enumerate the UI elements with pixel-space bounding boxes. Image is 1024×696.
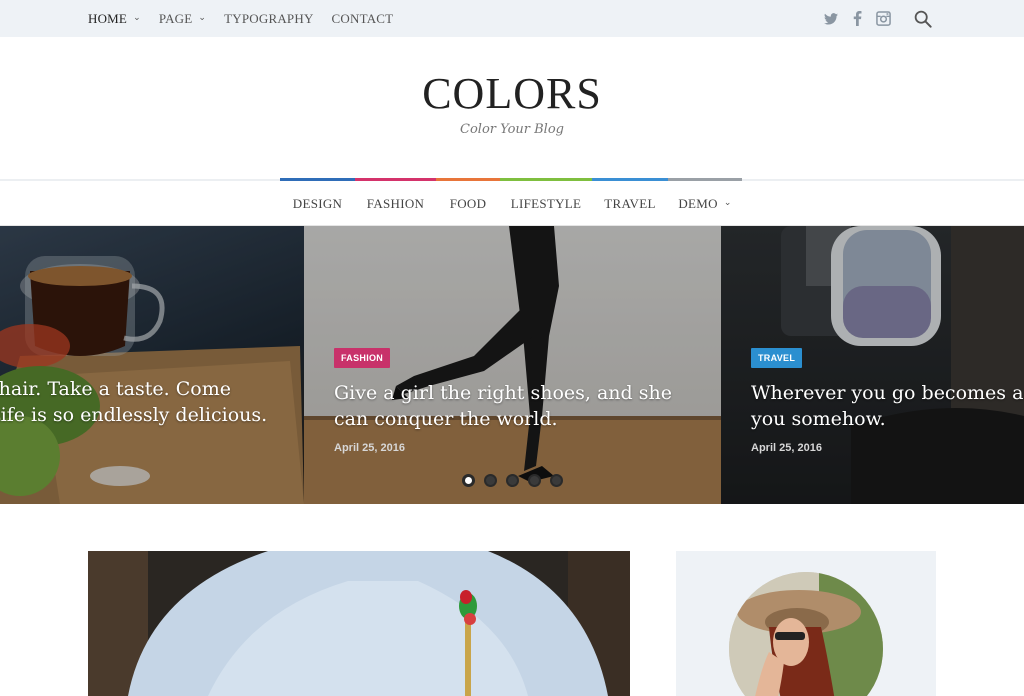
category-lifestyle[interactable]: LIFESTYLE bbox=[500, 178, 592, 226]
top-bar: HOME ⌄ PAGE ⌄ TYPOGRAPHY CONTACT bbox=[0, 0, 1024, 37]
category-design[interactable]: DESIGN bbox=[280, 178, 355, 226]
facebook-icon[interactable] bbox=[848, 10, 866, 28]
sidebar-about-widget bbox=[676, 551, 936, 696]
category-travel[interactable]: TRAVEL bbox=[592, 178, 668, 226]
category-badge-travel[interactable]: TRAVEL bbox=[751, 348, 803, 368]
slide-date: April 25, 2016 bbox=[334, 442, 405, 454]
category-demo[interactable]: DEMO ⌄ bbox=[668, 178, 742, 226]
topnav-item-home[interactable]: HOME ⌄ bbox=[88, 11, 141, 27]
category-label: FOOD bbox=[449, 195, 487, 211]
category-label: DESIGN bbox=[292, 195, 343, 211]
slide-travel[interactable]: TRAVEL Wherever you go becomes a you som… bbox=[721, 226, 1024, 504]
category-navigation: DESIGN FASHION FOOD LIFESTYLE TRAVEL DEM… bbox=[280, 178, 742, 226]
top-navigation: HOME ⌄ PAGE ⌄ TYPOGRAPHY CONTACT bbox=[88, 0, 411, 37]
slider-dot[interactable] bbox=[506, 474, 519, 487]
site-tagline: Color Your Blog bbox=[460, 122, 564, 137]
category-label: FASHION bbox=[366, 195, 425, 211]
twitter-icon[interactable] bbox=[822, 10, 840, 28]
slider-pagination bbox=[462, 474, 572, 487]
featured-slider: chair. Take a taste. Come Life is so end… bbox=[0, 226, 1024, 504]
slider-dot[interactable] bbox=[528, 474, 541, 487]
site-title[interactable]: COLORS bbox=[0, 68, 1024, 120]
slide-title-line[interactable]: Wherever you go becomes a bbox=[751, 380, 1024, 406]
instagram-icon[interactable] bbox=[874, 10, 892, 28]
slide-title-line: Life is so endlessly delicious. bbox=[0, 404, 268, 426]
category-label: DEMO bbox=[678, 195, 718, 211]
slide-food[interactable]: chair. Take a taste. Come Life is so end… bbox=[0, 226, 304, 504]
topnav-item-contact[interactable]: CONTACT bbox=[332, 11, 394, 27]
category-label: TRAVEL bbox=[604, 195, 656, 211]
slider-dot[interactable] bbox=[484, 474, 497, 487]
topnav-item-label: TYPOGRAPHY bbox=[224, 10, 314, 26]
slide-title-line[interactable]: can conquer the world. bbox=[334, 406, 721, 432]
site-branding: COLORS Color Your Blog bbox=[0, 68, 1024, 137]
slide-date: April 25, 2016 bbox=[751, 442, 822, 454]
slider-dot[interactable] bbox=[462, 474, 475, 487]
slider-dot[interactable] bbox=[550, 474, 563, 487]
topnav-item-page[interactable]: PAGE ⌄ bbox=[159, 11, 206, 27]
category-fashion[interactable]: FASHION bbox=[355, 178, 436, 226]
category-badge-fashion[interactable]: FASHION bbox=[334, 348, 391, 368]
topnav-item-label: HOME bbox=[88, 10, 128, 26]
slide-image-coffee bbox=[0, 226, 304, 504]
slide-fashion[interactable]: FASHION Give a girl the right shoes, and… bbox=[304, 226, 721, 504]
topnav-item-label: PAGE bbox=[158, 10, 193, 26]
category-label: LIFESTYLE bbox=[510, 195, 582, 211]
slide-title-line[interactable]: Give a girl the right shoes, and she bbox=[334, 380, 721, 406]
chevron-down-icon: ⌄ bbox=[133, 12, 141, 22]
chevron-down-icon: ⌄ bbox=[723, 197, 732, 207]
topnav-item-label: CONTACT bbox=[331, 10, 394, 26]
slide-title-line[interactable]: you somehow. bbox=[751, 406, 1024, 432]
topnav-item-typography[interactable]: TYPOGRAPHY bbox=[224, 11, 313, 27]
category-food[interactable]: FOOD bbox=[436, 178, 500, 226]
post-image-painter bbox=[88, 551, 630, 696]
social-links bbox=[814, 0, 932, 37]
featured-post-image[interactable] bbox=[88, 551, 630, 696]
author-avatar bbox=[729, 572, 883, 696]
chevron-down-icon: ⌄ bbox=[198, 12, 207, 22]
slide-title-line: chair. Take a taste. Come bbox=[0, 378, 231, 400]
search-icon[interactable] bbox=[914, 10, 932, 28]
